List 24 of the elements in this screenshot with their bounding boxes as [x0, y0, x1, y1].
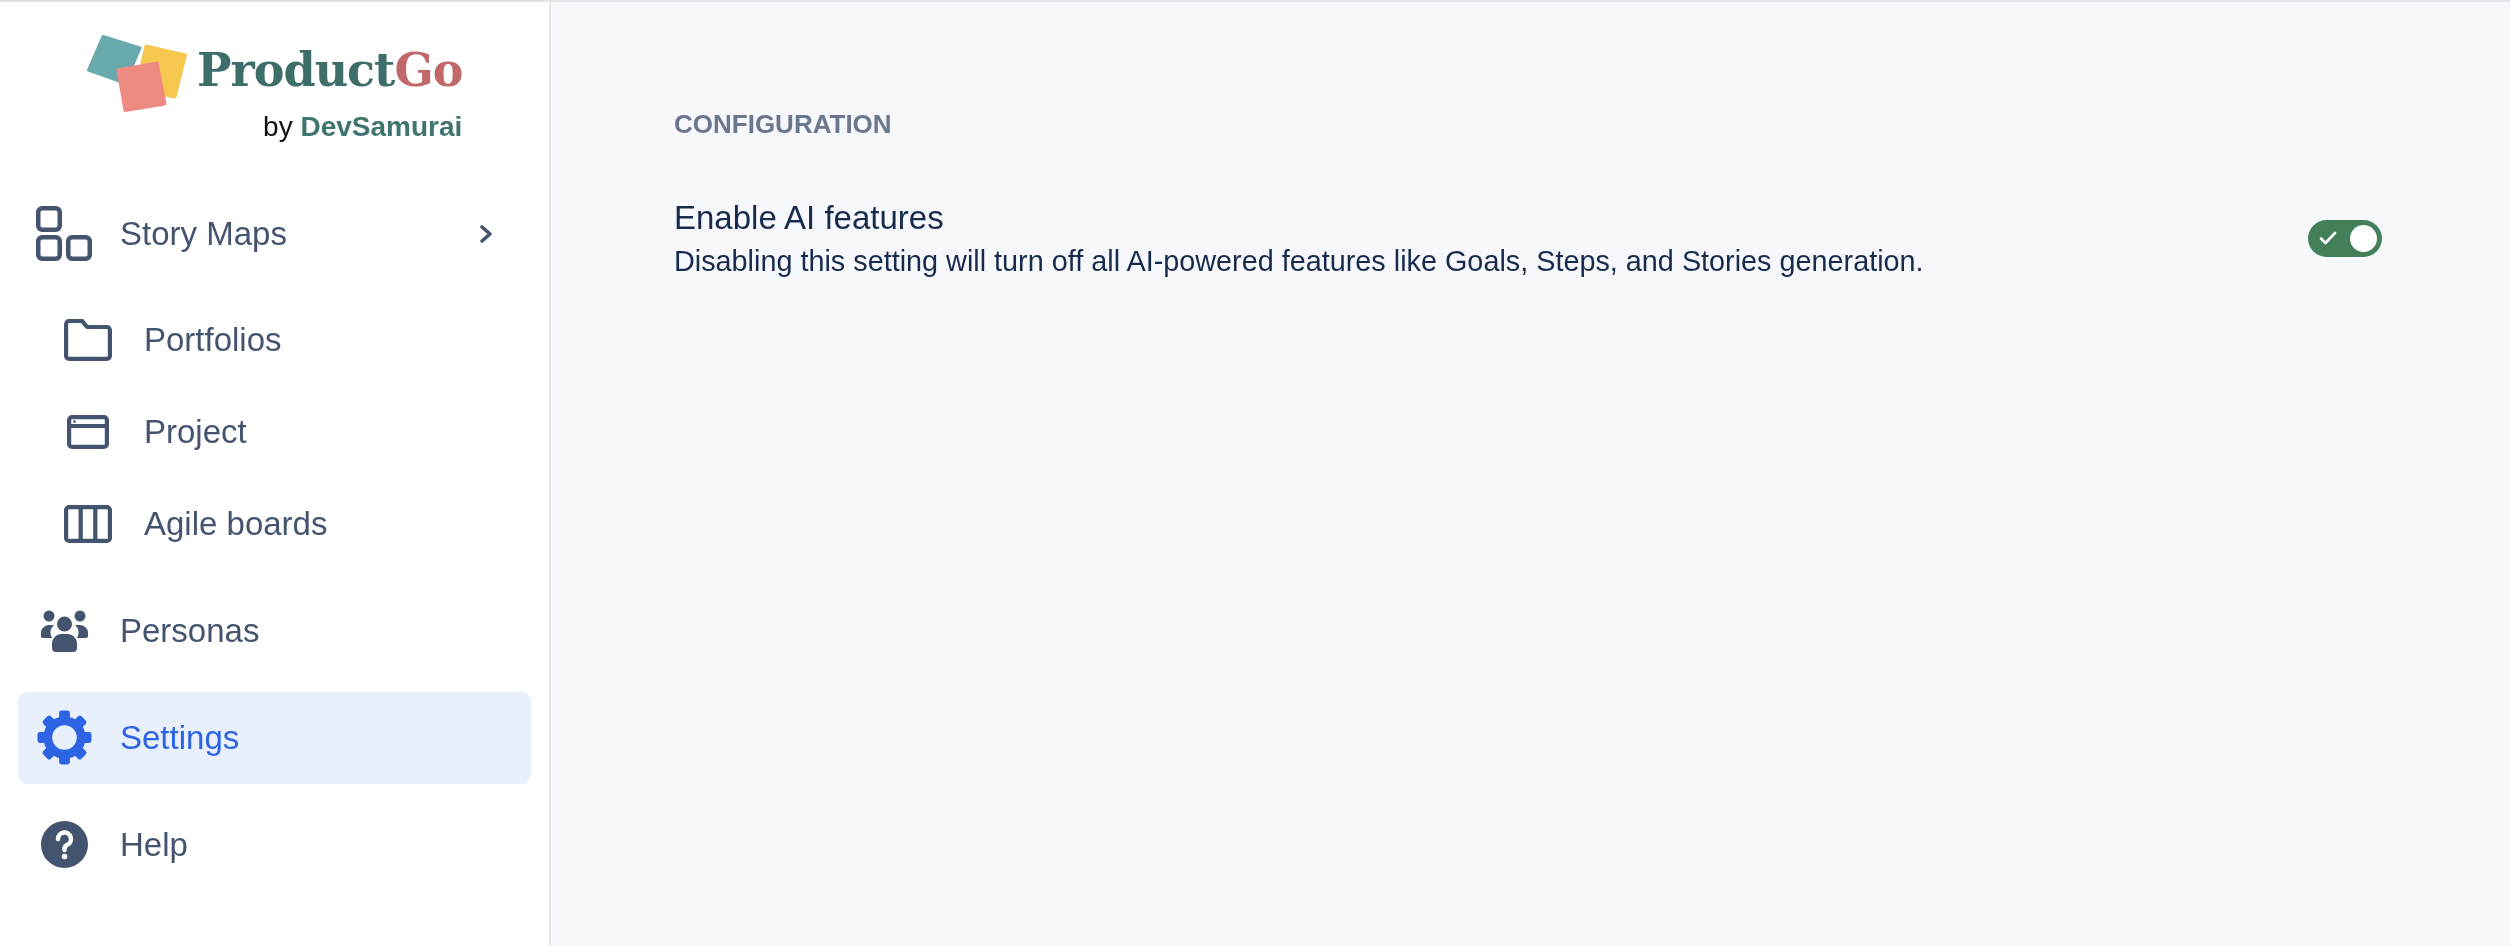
sidebar-subitem[interactable]: Agile boards [18, 477, 531, 570]
columns-icon [64, 504, 112, 543]
sidebar-item[interactable]: Settings [18, 691, 531, 784]
sidebar-item[interactable]: Help [18, 798, 531, 891]
sidebar-item[interactable]: Personas [18, 584, 531, 677]
check-icon [2319, 231, 2337, 246]
help-icon [40, 821, 88, 869]
section-heading: CONFIGURATION [674, 109, 893, 141]
logo-wordmark: ProductGo [197, 45, 463, 96]
sidebar-subitem[interactable]: Portfolios [18, 293, 531, 386]
window-icon [67, 414, 109, 449]
sidebar-item[interactable]: Story Maps [18, 187, 531, 280]
chevron-icon [479, 223, 493, 244]
logo-byline: by DevSamurai [263, 110, 463, 144]
users-icon [40, 609, 88, 652]
squares-logo-icon [87, 35, 187, 112]
squares-icon [36, 206, 92, 262]
setting-description: Disabling this setting will turn off all AI-powered features like Goals, Steps, and Stories generation. [674, 243, 1924, 279]
toggle-knob [2350, 224, 2377, 252]
settings-icon [36, 710, 92, 766]
toggle-switch[interactable] [2308, 219, 2382, 257]
folder-icon [64, 318, 112, 361]
sidebar-subitem[interactable]: Project [18, 385, 531, 478]
setting-title: Enable AI features [674, 198, 945, 238]
